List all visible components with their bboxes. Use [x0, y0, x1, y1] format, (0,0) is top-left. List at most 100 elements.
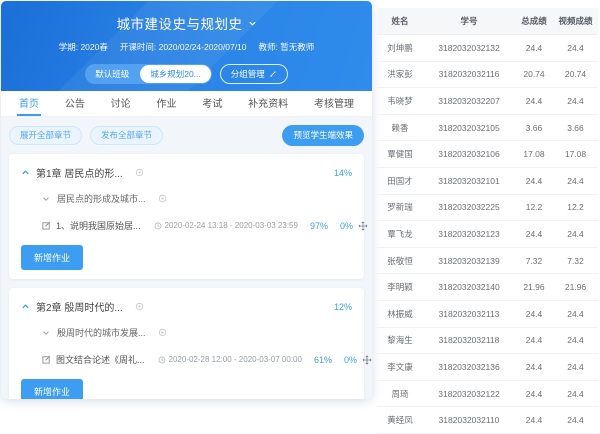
assignment-title[interactable]: 1、说明我国原始居... [56, 219, 141, 232]
video-score: 17.08 [553, 141, 598, 168]
table-row[interactable]: 赖香 3182032032105 3.66 3.66 [377, 114, 598, 141]
student-name: 刘坤鹏 [377, 35, 423, 62]
table-row[interactable]: 周琦 3182032032122 24.4 24.4 [377, 380, 598, 407]
video-score: 24.4 [553, 380, 598, 407]
course-banner: 城市建设史与规划史 学期: 2020春 开课时间: 2020/02/24-202… [1, 1, 372, 91]
student-id: 3182032032140 [423, 274, 515, 301]
table-row[interactable]: 罗新瑞 3182032032225 12.2 12.2 [377, 194, 598, 221]
tab-assessment[interactable]: 考核管理 [312, 91, 356, 116]
assignment-actions [358, 221, 372, 231]
table-row[interactable]: 覃飞龙 3182032032123 24.4 24.4 [377, 221, 598, 248]
student-id: 3182032032122 [423, 380, 515, 407]
student-name: 罗新瑞 [377, 194, 423, 221]
tab-announcements[interactable]: 公告 [63, 91, 87, 116]
video-score: 7.32 [553, 247, 598, 274]
student-id: 3182032032101 [423, 167, 515, 194]
edit-square-icon [42, 355, 51, 364]
student-name: 李明颖 [377, 274, 423, 301]
visibility-icon[interactable] [158, 328, 167, 337]
section-title[interactable]: 殷周时代的城市发展... [57, 326, 146, 339]
expand-all-button[interactable]: 展开全部章节 [9, 126, 82, 145]
preview-student-button[interactable]: 预览学生端效果 [282, 125, 364, 146]
video-score: 24.4 [553, 300, 598, 327]
student-name: 周琦 [377, 380, 423, 407]
move-icon[interactable] [358, 221, 368, 231]
class-segment: 默认班级 城乡规划20... [85, 64, 212, 84]
visibility-icon[interactable] [135, 168, 144, 177]
group-manage-button[interactable]: 分组管理 [220, 64, 288, 84]
total-score: 24.4 [515, 221, 553, 248]
table-row[interactable]: 张敬恒 3182032032139 7.32 7.32 [377, 247, 598, 274]
add-assignment-button[interactable]: 新增作业 [21, 379, 83, 399]
table-row[interactable]: 覃健国 3182032032106 17.08 17.08 [377, 141, 598, 168]
visibility-icon[interactable] [158, 194, 167, 203]
chevron-down-icon[interactable] [42, 195, 50, 203]
table-row[interactable]: 刘坤鹏 3182032032132 24.4 24.4 [377, 35, 598, 62]
video-score: 24.4 [553, 221, 598, 248]
video-score: 24.4 [553, 88, 598, 115]
student-name: 张敬恒 [377, 247, 423, 274]
table-row[interactable]: 黄经凤 3182032032110 24.4 24.4 [377, 407, 598, 434]
submit-rate: 61% [314, 355, 332, 365]
total-score: 24.4 [515, 300, 553, 327]
total-score: 12.2 [515, 194, 553, 221]
chevron-down-icon[interactable] [248, 19, 257, 28]
student-id: 3182032032113 [423, 300, 515, 327]
grade-rate: 0% [340, 221, 353, 231]
table-row[interactable]: 林振威 3182032032113 24.4 24.4 [377, 300, 598, 327]
assignment-row: 图文结合论述《周礼... 2020-02-28 12:00 - 2020-03-… [21, 346, 352, 370]
tab-discussion[interactable]: 讨论 [109, 91, 133, 116]
section-title[interactable]: 居民点的形成及城市... [57, 192, 146, 205]
student-name: 黎海生 [377, 327, 423, 354]
assignment-title[interactable]: 图文结合论述《周礼... [56, 353, 145, 366]
student-name: 赖香 [377, 114, 423, 141]
student-id: 3182032032106 [423, 141, 515, 168]
publish-all-button[interactable]: 发布全部章节 [90, 126, 163, 145]
student-name: 韦晓梦 [377, 88, 423, 115]
table-row[interactable]: 田国才 3182032032101 24.4 24.4 [377, 167, 598, 194]
table-row[interactable]: 李文康 3182032032136 24.4 24.4 [377, 354, 598, 381]
total-score: 24.4 [515, 167, 553, 194]
total-score: 24.4 [515, 35, 553, 62]
chapter-cards: 第1章 居民点的形... 14% 居民点的形成及城市... [9, 154, 364, 399]
course-panel: 城市建设史与规划史 学期: 2020春 开课时间: 2020/02/24-202… [1, 1, 372, 399]
class-switcher: 默认班级 城乡规划20... 分组管理 [1, 64, 372, 84]
student-name: 田国才 [377, 167, 423, 194]
class-selected-button[interactable]: 城乡规划20... [140, 65, 211, 83]
chevron-down-icon[interactable] [42, 329, 50, 337]
assignment-row: 1、说明我国原始居... 2020-02-24 13:18 - 2020-03-… [21, 212, 352, 236]
table-row[interactable]: 洪家彭 3182032032116 20.74 20.74 [377, 61, 598, 88]
tab-home[interactable]: 首页 [17, 91, 41, 116]
student-name: 洪家彭 [377, 61, 423, 88]
clock-icon [158, 356, 166, 364]
chapter-progress: 14% [334, 168, 352, 178]
header-total-score: 总成绩 [515, 8, 553, 35]
group-manage-label: 分组管理 [231, 68, 265, 80]
move-icon[interactable] [362, 355, 372, 365]
video-score: 24.4 [553, 167, 598, 194]
course-title-row[interactable]: 城市建设史与规划史 [1, 1, 372, 33]
chapter-row: 第2章 殷周时代的... 12% [21, 296, 352, 319]
table-row[interactable]: 黎海生 3182032032118 24.4 24.4 [377, 327, 598, 354]
chapter-title[interactable]: 第2章 殷周时代的... [36, 299, 123, 314]
tab-materials[interactable]: 补充资料 [246, 91, 290, 116]
tab-homework[interactable]: 作业 [154, 91, 178, 116]
tab-exams[interactable]: 考试 [200, 91, 224, 116]
class-default-button[interactable]: 默认班级 [85, 64, 139, 84]
student-id: 3182032032116 [423, 61, 515, 88]
assignment-deadline: 2020-02-24 13:18 - 2020-03-03 23:59 [154, 221, 298, 230]
student-id: 3182032032225 [423, 194, 515, 221]
table-row[interactable]: 李明颖 3182032032140 21.96 21.96 [377, 274, 598, 301]
student-id: 3182032032132 [423, 35, 515, 62]
assignment-actions [362, 355, 372, 365]
chapter-title[interactable]: 第1章 居民点的形... [36, 165, 123, 180]
visibility-icon[interactable] [135, 302, 144, 311]
table-row[interactable]: 韦晓梦 3182032032207 24.4 24.4 [377, 88, 598, 115]
total-score: 21.96 [515, 274, 553, 301]
add-assignment-button[interactable]: 新增作业 [21, 245, 83, 270]
chevron-up-icon[interactable] [21, 168, 30, 177]
chevron-up-icon[interactable] [21, 302, 30, 311]
chapter-toolbar: 展开全部章节 发布全部章节 预览学生端效果 [9, 117, 364, 154]
student-name: 黄经凤 [377, 407, 423, 434]
total-score: 24.4 [515, 380, 553, 407]
